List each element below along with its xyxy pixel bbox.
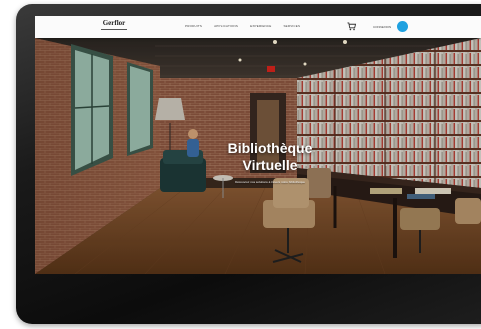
logo-underline — [101, 29, 127, 30]
nav-item-services[interactable]: SERVICES — [283, 24, 300, 29]
nav-menu: PRODUITS APPLICATIONS EXPERIENCE SERVICE… — [185, 24, 300, 29]
nav-item-experience[interactable]: EXPERIENCE — [250, 24, 271, 29]
hero-title-line-2: Virtuelle — [242, 157, 298, 173]
screen: Gerflor PRODUITS APPLICATIONS EXPERIENCE… — [35, 16, 481, 274]
hero-subtitle: Découvrez nos solutions à travers notre … — [235, 180, 305, 184]
nav-item-applications[interactable]: APPLICATIONS — [214, 24, 238, 29]
hero-title-line-1: Bibliothèque — [227, 140, 313, 156]
hero-title: Bibliothèque Virtuelle — [185, 140, 355, 174]
login-link[interactable]: CONNEXION — [373, 25, 391, 29]
hero-banner: Bibliothèque Virtuelle Découvrez nos sol… — [35, 38, 481, 274]
brand-logo[interactable]: Gerflor — [99, 19, 129, 35]
user-avatar-icon[interactable] — [397, 21, 408, 32]
top-navbar: Gerflor PRODUITS APPLICATIONS EXPERIENCE… — [35, 16, 481, 38]
shopping-cart-icon[interactable] — [347, 22, 356, 31]
scene: Gerflor PRODUITS APPLICATIONS EXPERIENCE… — [0, 0, 481, 329]
nav-item-products[interactable]: PRODUITS — [185, 24, 202, 29]
logo-text: Gerflor — [102, 19, 126, 27]
